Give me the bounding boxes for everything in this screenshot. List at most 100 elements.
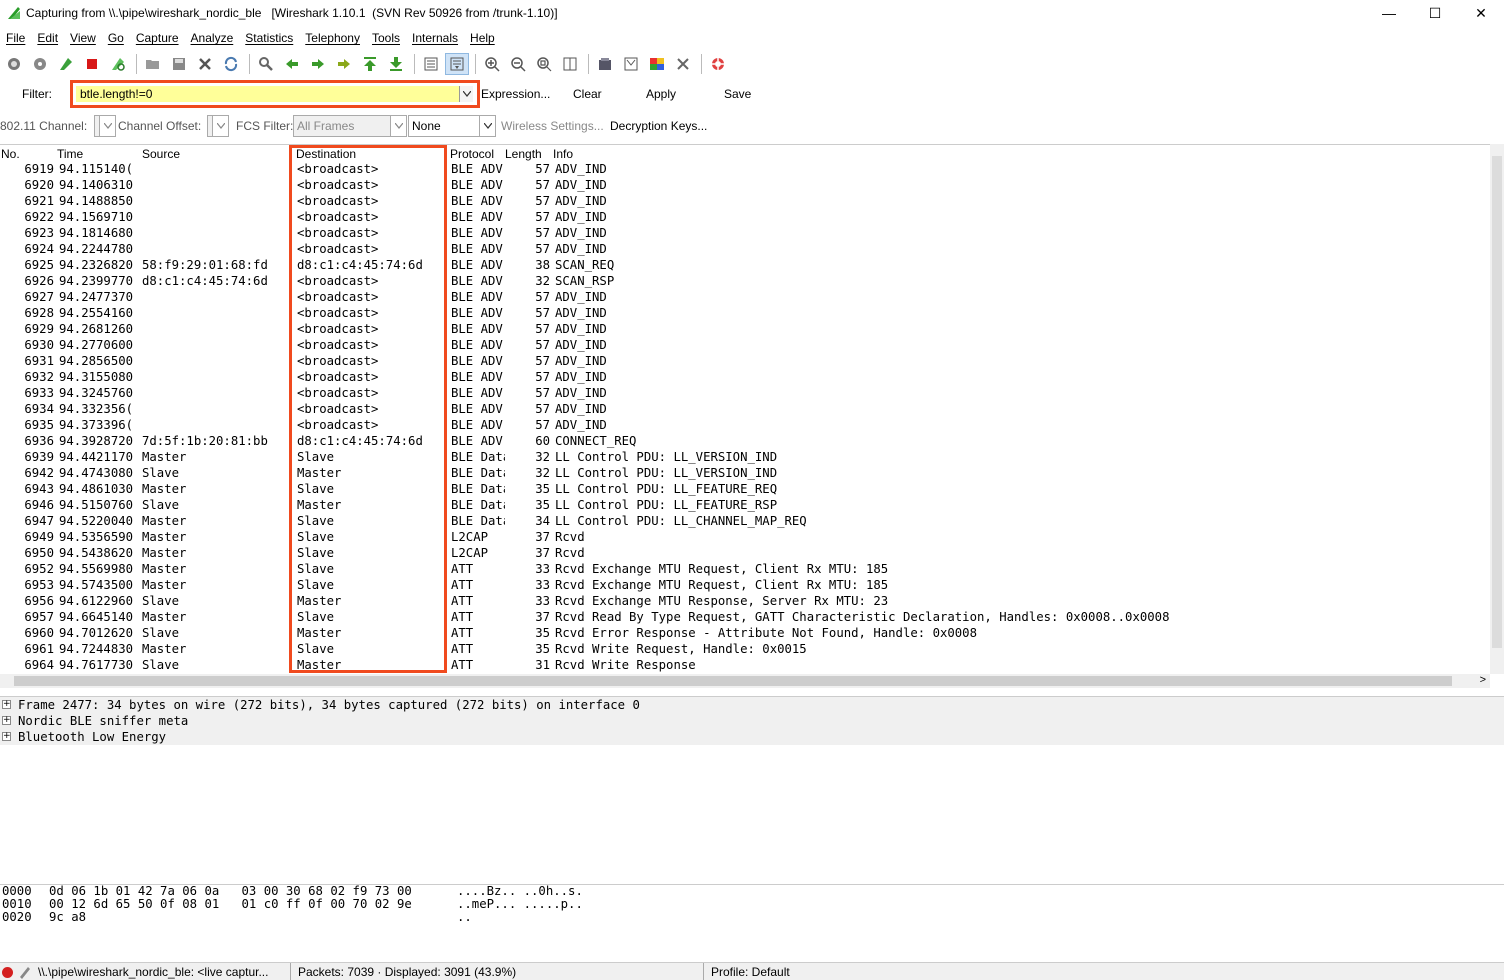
table-row[interactable]: 6934 94.332356(<broadcast> BLE ADV 57 ADV_IN… [0, 401, 1490, 417]
menu-analyze[interactable]: Analyze [185, 31, 240, 45]
start-capture-icon[interactable] [54, 53, 78, 75]
expand-icon[interactable]: + [2, 732, 11, 741]
edit-comment-icon[interactable] [18, 965, 32, 979]
table-row[interactable]: 6952 94.5569980 Master Slave ATT 33 Rcvd Excha… [0, 561, 1490, 577]
table-row[interactable]: 6921 94.1488850 <broadcast> BLE ADV 57 ADV_IN… [0, 193, 1490, 209]
table-row[interactable]: 6942 94.4743080 Slave Master BLE Data 32 LL Co… [0, 465, 1490, 481]
menu-view[interactable]: View [64, 31, 102, 45]
table-row[interactable]: 6935 94.373396(<broadcast> BLE ADV 57 ADV_IN… [0, 417, 1490, 433]
clear-button[interactable]: Clear [573, 87, 602, 101]
help-icon[interactable] [706, 53, 730, 75]
column-header-info[interactable]: Info [553, 147, 573, 161]
filter-input[interactable] [76, 86, 462, 102]
stop-capture-icon[interactable] [80, 53, 104, 75]
table-row[interactable]: 6961 94.7244830 Master Slave ATT 35 Rcvd Write… [0, 641, 1490, 657]
table-row[interactable]: 6957 94.6645140 Master Slave ATT 37 Rcvd Read … [0, 609, 1490, 625]
table-row[interactable]: 6939 94.4421170 Master Slave BLE Data 32 LL Co… [0, 449, 1490, 465]
menu-edit[interactable]: Edit [31, 31, 64, 45]
menu-capture[interactable]: Capture [130, 31, 185, 45]
scroll-thumb[interactable] [14, 676, 1452, 686]
preferences-icon[interactable] [671, 53, 695, 75]
go-first-packet-icon[interactable] [358, 53, 382, 75]
auto-scroll-icon[interactable] [445, 53, 469, 75]
go-to-packet-icon[interactable] [332, 53, 356, 75]
table-row[interactable]: 6925 94.2326820 58:f9:29:01:68:fd d8:c1:c4:… [0, 257, 1490, 273]
packet-list-vertical-scrollbar[interactable] [1490, 144, 1504, 674]
table-row[interactable]: 6950 94.5438620 Master Slave L2CAP 37 Rcvd [0, 545, 1490, 561]
table-row[interactable]: 6964 94.7617730 Slave Master ATT 31 Rcvd Write… [0, 657, 1490, 673]
restart-capture-icon[interactable] [106, 53, 130, 75]
expand-icon[interactable]: + [2, 700, 11, 709]
table-row[interactable]: 6953 94.5743500 Master Slave ATT 33 Rcvd Excha… [0, 577, 1490, 593]
zoom-in-icon[interactable] [480, 53, 504, 75]
table-row[interactable]: 6927 94.2477370 <broadcast> BLE ADV 57 ADV_IN… [0, 289, 1490, 305]
table-row[interactable]: 6932 94.3155080 <broadcast> BLE ADV 57 ADV_IN… [0, 369, 1490, 385]
table-row[interactable]: 6949 94.5356590 Master Slave L2CAP 37 Rcvd [0, 529, 1490, 545]
maximize-button[interactable]: ☐ [1412, 0, 1458, 26]
table-row[interactable]: 6928 94.2554160 <broadcast> BLE ADV 57 ADV_IN… [0, 305, 1490, 321]
menu-go[interactable]: Go [102, 31, 130, 45]
capture-filters-icon[interactable] [593, 53, 617, 75]
colorize-icon[interactable] [419, 53, 443, 75]
resize-columns-icon[interactable] [558, 53, 582, 75]
close-file-icon[interactable] [193, 53, 217, 75]
column-header-source[interactable]: Source [142, 147, 180, 161]
column-header-length[interactable]: Length [505, 147, 542, 161]
normal-size-icon[interactable] [532, 53, 556, 75]
table-row[interactable]: 6933 94.3245760 <broadcast> BLE ADV 57 ADV_IN… [0, 385, 1490, 401]
expand-icon[interactable]: + [2, 716, 11, 725]
go-forward-icon[interactable] [306, 53, 330, 75]
fcs-filter-select[interactable]: All Frames [293, 115, 407, 137]
table-row[interactable]: 6956 94.6122960 Slave Master ATT 33 Rcvd Excha… [0, 593, 1490, 609]
detail-tree-item[interactable]: + Bluetooth Low Energy [0, 729, 1504, 745]
menu-statistics[interactable]: Statistics [239, 31, 299, 45]
find-packet-icon[interactable] [254, 53, 278, 75]
open-file-icon[interactable] [141, 53, 165, 75]
zoom-out-icon[interactable] [506, 53, 530, 75]
column-header-time[interactable]: Time [57, 147, 83, 161]
go-last-packet-icon[interactable] [384, 53, 408, 75]
column-header-no[interactable]: No. [1, 147, 20, 161]
options-icon[interactable] [28, 53, 52, 75]
menu-help[interactable]: Help [464, 31, 501, 45]
table-row[interactable]: 6926 94.2399770 d8:c1:c4:45:74:6d <broadcas… [0, 273, 1490, 289]
table-row[interactable]: 6947 94.5220040 Master Slave BLE Data 34 LL Co… [0, 513, 1490, 529]
table-row[interactable]: 6929 94.2681260 <broadcast> BLE ADV 57 ADV_IN… [0, 321, 1490, 337]
table-row[interactable]: 6930 94.2770600 <broadcast> BLE ADV 57 ADV_IN… [0, 337, 1490, 353]
minimize-button[interactable]: — [1366, 0, 1412, 26]
reload-icon[interactable] [219, 53, 243, 75]
table-row[interactable]: 6943 94.4861030 Master Slave BLE Data 35 LL Co… [0, 481, 1490, 497]
status-profile[interactable]: Profile: Default [711, 965, 790, 979]
table-row[interactable]: 6922 94.1569710 <broadcast> BLE ADV 57 ADV_IN… [0, 209, 1490, 225]
save-file-icon[interactable] [167, 53, 191, 75]
menu-internals[interactable]: Internals [406, 31, 464, 45]
decryption-mode-select[interactable]: None [408, 115, 496, 137]
expression-button[interactable]: Expression... [481, 87, 550, 101]
table-row[interactable]: 6960 94.7012620 Slave Master ATT 35 Rcvd Error… [0, 625, 1490, 641]
detail-tree-item[interactable]: + Nordic BLE sniffer meta [0, 713, 1504, 729]
table-row[interactable]: 6931 94.2856500 <broadcast> BLE ADV 57 ADV_IN… [0, 353, 1490, 369]
decryption-keys-button[interactable]: Decryption Keys... [610, 119, 707, 133]
menu-telephony[interactable]: Telephony [299, 31, 366, 45]
column-header-destination[interactable]: Destination [296, 147, 356, 161]
chevron-right-icon[interactable]: > [1480, 674, 1486, 686]
table-row[interactable]: 6919 94.115140(<broadcast> BLE ADV 57 ADV_IN… [0, 161, 1490, 177]
table-row[interactable]: 6936 94.3928720 7d:5f:1b:20:81:bb d8:c1:c4:… [0, 433, 1490, 449]
channel-offset-select[interactable] [207, 115, 229, 137]
coloring-rules-icon[interactable] [645, 53, 669, 75]
save-button[interactable]: Save [724, 87, 751, 101]
column-header-protocol[interactable]: Protocol [450, 147, 494, 161]
wireless-settings-button[interactable]: Wireless Settings... [501, 119, 604, 133]
table-row[interactable]: 6923 94.1814680 <broadcast> BLE ADV 57 ADV_IN… [0, 225, 1490, 241]
apply-button[interactable]: Apply [646, 87, 676, 101]
menu-tools[interactable]: Tools [366, 31, 406, 45]
display-filters-icon[interactable] [619, 53, 643, 75]
packet-list-horizontal-scrollbar[interactable]: > [0, 674, 1490, 688]
scroll-thumb[interactable] [1492, 156, 1502, 648]
menu-file[interactable]: File [0, 31, 31, 45]
go-back-icon[interactable] [280, 53, 304, 75]
table-row[interactable]: 6920 94.1406310 <broadcast> BLE ADV 57 ADV_IN… [0, 177, 1490, 193]
interfaces-icon[interactable] [2, 53, 26, 75]
table-row[interactable]: 6946 94.5150760 Slave Master BLE Data 35 LL Co… [0, 497, 1490, 513]
filter-dropdown-button[interactable] [459, 86, 473, 102]
